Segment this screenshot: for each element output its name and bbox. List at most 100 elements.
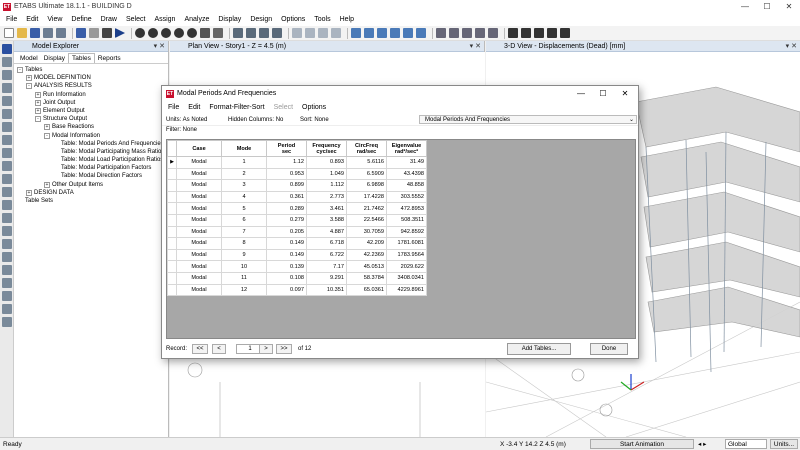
table-cell[interactable]: 0.361 [266, 190, 307, 204]
show-shells-icon[interactable] [436, 28, 446, 38]
tree-item[interactable]: - Structure Output [14, 115, 168, 123]
draw-grid-icon[interactable] [2, 239, 12, 249]
plan-view-icon[interactable] [246, 28, 256, 38]
table-cell[interactable]: 30.7059 [346, 225, 387, 239]
menu-item[interactable]: File [6, 16, 17, 23]
table-cell[interactable]: 2.773 [306, 190, 347, 204]
row-selector[interactable] [167, 202, 177, 215]
collapse-icon[interactable]: - [44, 132, 50, 139]
plan-view-controls-icons[interactable]: ▾ ✕ [470, 42, 481, 50]
table-cell[interactable]: 1.049 [306, 167, 347, 181]
table-cell[interactable]: 3.461 [306, 202, 347, 215]
table-cell[interactable]: 7 [221, 225, 267, 239]
table-cell[interactable]: 6 [221, 213, 267, 227]
panel-pin-close-icons[interactable]: ▾ ✕ [154, 42, 165, 50]
collapse-icon[interactable]: - [17, 67, 23, 74]
expand-icon[interactable]: + [35, 99, 41, 106]
elevation-view-icon[interactable] [259, 28, 269, 38]
table-cell[interactable]: Modal [176, 213, 222, 227]
explorer-tab[interactable]: Reports [95, 54, 124, 63]
done-button[interactable]: Done [590, 343, 628, 355]
menu-item[interactable]: View [47, 16, 62, 23]
table-row[interactable]: Modal 4 0.361 2.773 17.4228 303.5552 [167, 190, 427, 204]
table-cell[interactable]: 508.3511 [386, 213, 427, 227]
3d-view-icon[interactable] [233, 28, 243, 38]
table-cell[interactable]: 0.953 [266, 167, 307, 181]
table-cell[interactable]: 0.149 [266, 248, 307, 262]
tree-item[interactable]: + Other Output Items [14, 181, 168, 189]
row-selector[interactable] [167, 248, 177, 262]
table-cell[interactable]: 0.108 [266, 271, 307, 285]
table-cell[interactable]: Modal [176, 237, 222, 250]
table-cell[interactable]: Modal [176, 156, 222, 169]
column-header[interactable]: Case [176, 140, 222, 157]
expand-icon[interactable]: + [26, 75, 32, 82]
menu-item[interactable]: Analyze [184, 16, 209, 23]
table-cell[interactable]: 3408.0341 [386, 271, 427, 285]
open-icon[interactable] [17, 28, 27, 38]
menu-item[interactable]: Edit [26, 16, 38, 23]
expand-icon[interactable]: + [35, 91, 41, 98]
edit-pencil-icon[interactable] [76, 28, 86, 38]
table-cell[interactable]: Modal [176, 179, 222, 192]
draw-link-icon[interactable] [2, 187, 12, 197]
table-cell[interactable]: 48.858 [386, 179, 427, 192]
draw-section-cut-icon[interactable] [2, 252, 12, 262]
snap-icon[interactable] [547, 28, 557, 38]
menu-item[interactable]: Tools [314, 16, 330, 23]
expand-icon[interactable]: + [26, 189, 32, 196]
checklist-icon[interactable] [377, 28, 387, 38]
draw-ramp-icon[interactable] [2, 174, 12, 184]
menu-item[interactable]: Select [126, 16, 145, 23]
table-cell[interactable]: Modal [176, 202, 222, 215]
expand-icon[interactable]: + [44, 124, 50, 131]
table-cell[interactable]: 1.12 [266, 156, 307, 169]
first-record-button[interactable]: << [192, 344, 208, 354]
table-cell[interactable]: 6.722 [306, 248, 347, 262]
3d-view-controls-icons[interactable]: ▾ ✕ [786, 42, 797, 50]
table-row[interactable]: Modal 6 0.279 3.588 22.5466 508.3511 [167, 213, 427, 227]
tree-item[interactable]: - Tables [14, 66, 168, 74]
table-cell[interactable]: 0.899 [266, 179, 307, 192]
table-cell[interactable]: 5 [221, 202, 267, 215]
row-selector[interactable] [167, 271, 177, 285]
table-row[interactable]: Modal 11 0.108 9.291 58.3784 3408.0341 [167, 271, 427, 285]
select-pointer-icon[interactable] [2, 44, 12, 54]
tree-item[interactable]: - ANALYSIS RESULTS [14, 82, 168, 90]
table-cell[interactable]: 4.887 [306, 225, 347, 239]
table-cell[interactable]: 0.139 [266, 260, 307, 273]
menu-item[interactable]: Assign [154, 16, 175, 23]
column-header[interactable]: Mode [221, 140, 267, 157]
table-cell[interactable]: 12 [221, 283, 267, 297]
table-cell[interactable]: 3 [221, 179, 267, 192]
table-cell[interactable]: 0.279 [266, 213, 307, 227]
table-cell[interactable]: Modal [176, 190, 222, 204]
coordinate-system-select[interactable]: Global [725, 439, 767, 449]
tree-item[interactable]: - Modal Information [14, 132, 168, 140]
table-cell[interactable]: 1783.9564 [386, 248, 427, 262]
menu-item[interactable]: Display [218, 16, 241, 23]
draw-dimension-icon[interactable] [2, 213, 12, 223]
table-cell[interactable]: Modal [176, 260, 222, 273]
table-row[interactable]: Modal 8 0.149 6.718 42.209 1781.6081 [167, 237, 427, 250]
save-icon[interactable] [30, 28, 40, 38]
start-animation-button[interactable]: Start Animation [590, 439, 694, 449]
grid-icon[interactable] [364, 28, 374, 38]
table-cell[interactable]: 65.0361 [346, 283, 387, 297]
table-row[interactable]: Modal 12 0.097 10.351 65.0361 4229.8961 [167, 283, 427, 297]
draw-joint-icon[interactable] [2, 70, 12, 80]
draw-wall-icon[interactable] [2, 135, 12, 145]
table-cell[interactable]: 7.17 [306, 260, 347, 273]
rotate-icon[interactable] [272, 28, 282, 38]
tree-item[interactable]: Table: Modal Direction Factors [14, 172, 168, 180]
menu-item[interactable]: Define [71, 16, 91, 23]
next-record-button[interactable]: > [259, 344, 273, 354]
tree-item[interactable]: + DESIGN DATA [14, 189, 168, 197]
zoom-window-icon[interactable] [135, 28, 145, 38]
unlock-icon[interactable] [89, 28, 99, 38]
table-cell[interactable]: 58.3784 [346, 271, 387, 285]
select-intersect-icon[interactable] [2, 317, 12, 327]
zoom-in-icon[interactable] [174, 28, 184, 38]
table-cell[interactable]: 0.289 [266, 202, 307, 215]
table-cell[interactable]: 0.097 [266, 283, 307, 297]
